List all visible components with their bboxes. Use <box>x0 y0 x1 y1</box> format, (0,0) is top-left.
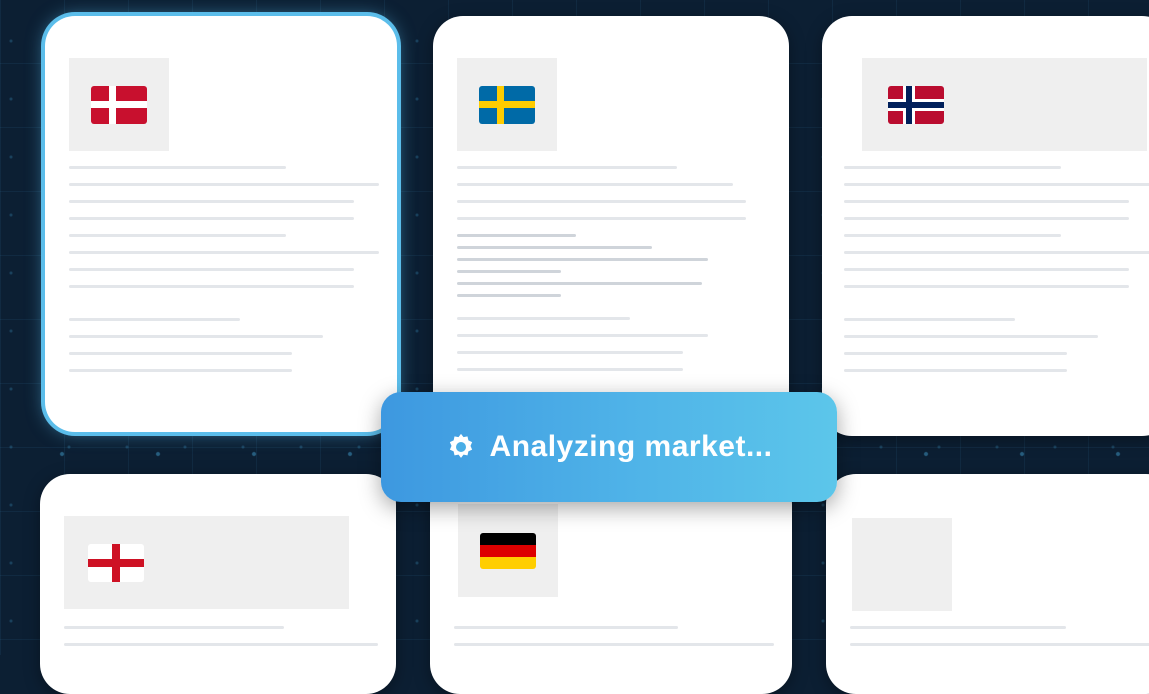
placeholder-text-block <box>844 166 1149 386</box>
country-card-england[interactable] <box>40 474 396 694</box>
flag-frame <box>862 58 1147 151</box>
flag-frame <box>64 516 349 609</box>
country-card-empty[interactable] <box>826 474 1149 694</box>
status-text: Analyzing market... <box>489 430 773 463</box>
country-card-germany[interactable] <box>430 474 792 694</box>
country-card-norway[interactable] <box>822 16 1149 436</box>
flag-frame <box>69 58 169 151</box>
placeholder-text-block <box>457 166 771 385</box>
flag-frame <box>457 58 557 151</box>
norway-flag-icon <box>888 85 944 124</box>
germany-flag-icon <box>480 532 536 569</box>
flag-frame <box>458 504 558 597</box>
england-flag-icon <box>88 543 144 582</box>
denmark-flag-icon <box>91 85 147 124</box>
flag-frame <box>852 518 952 611</box>
gear-icon <box>449 433 472 458</box>
country-card-denmark[interactable] <box>45 16 397 432</box>
country-card-sweden[interactable] <box>433 16 789 432</box>
placeholder-text-block <box>69 166 379 386</box>
analyzing-status-toast: Analyzing market... <box>381 392 837 502</box>
sweden-flag-icon <box>479 85 535 124</box>
